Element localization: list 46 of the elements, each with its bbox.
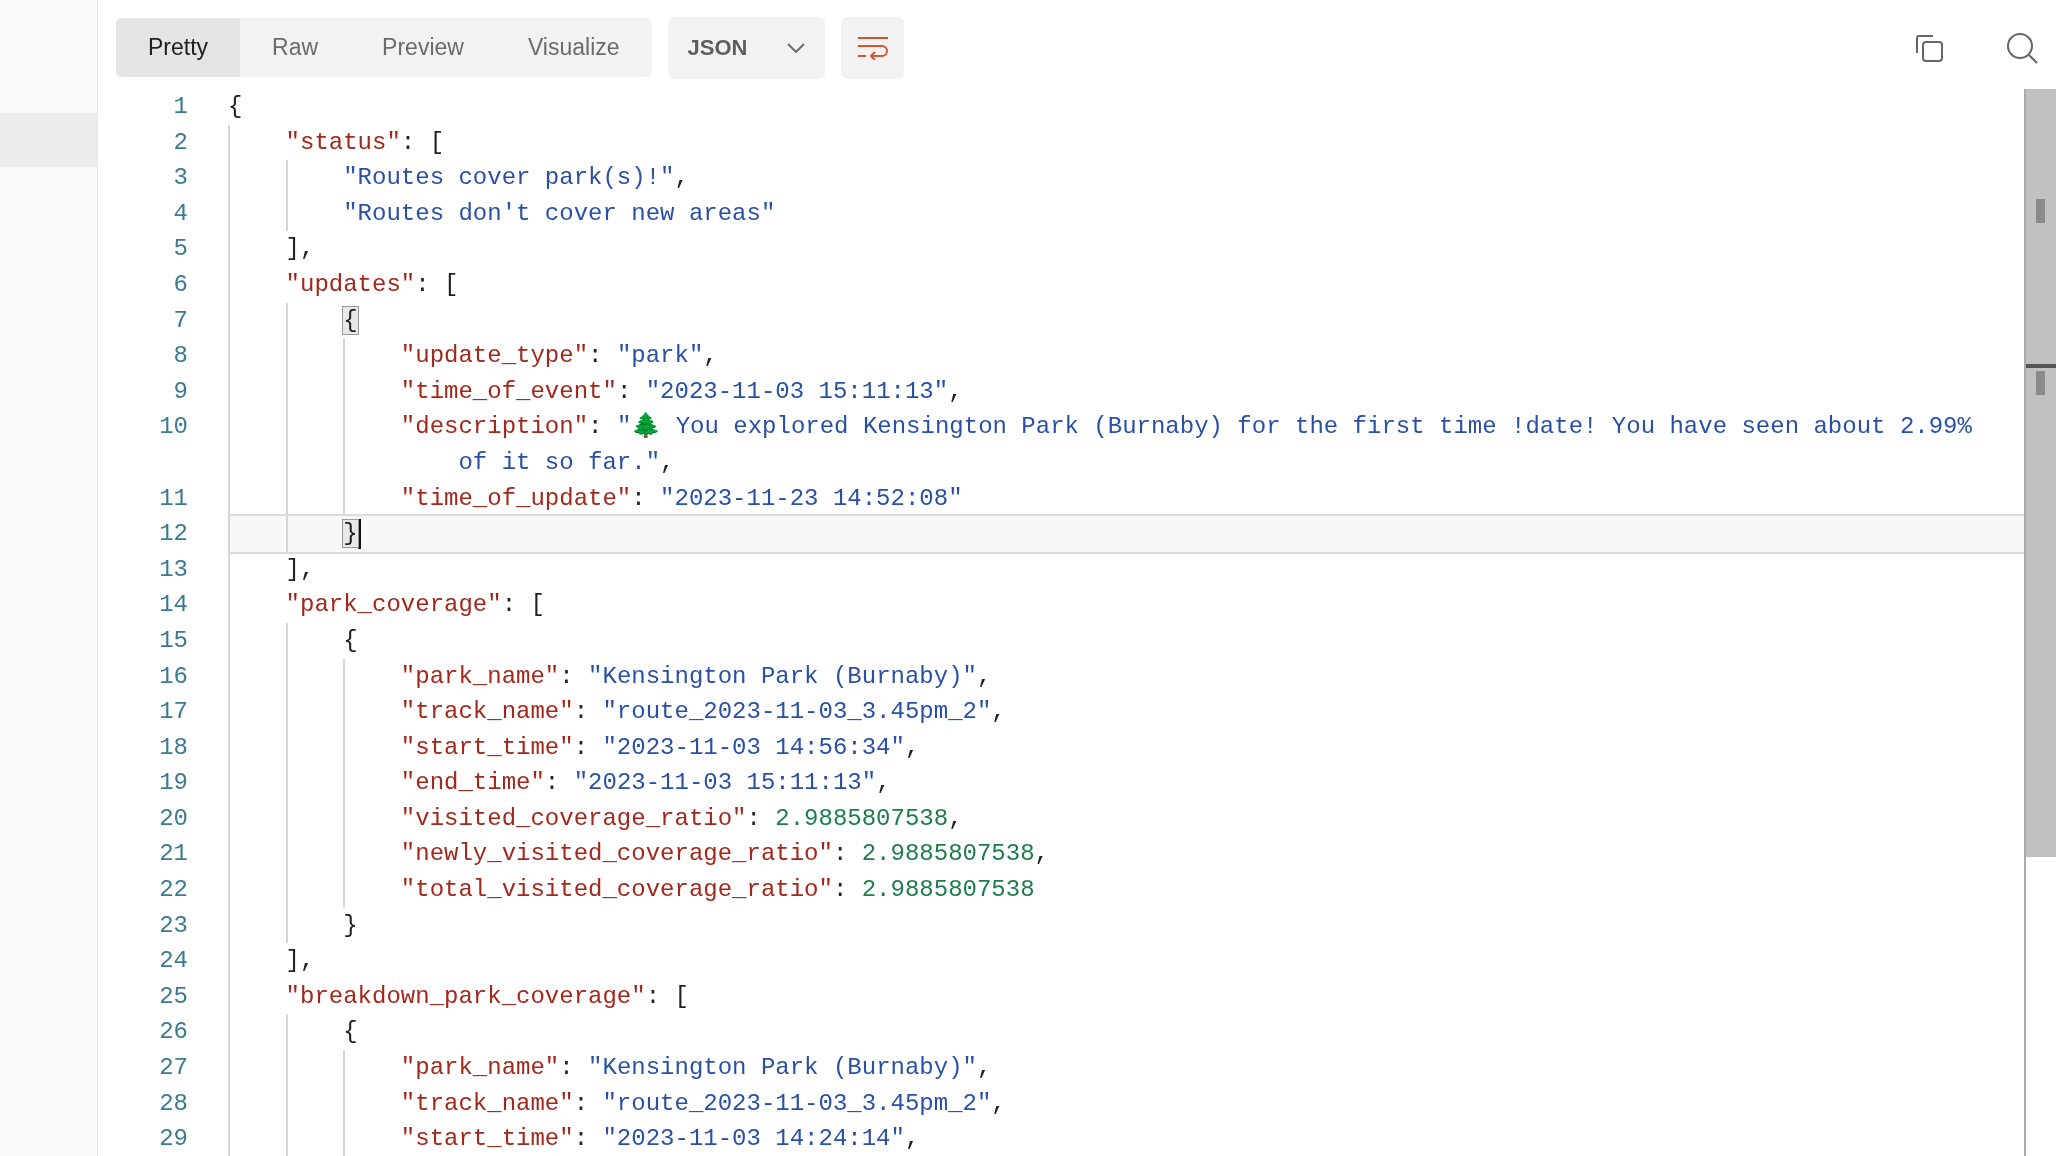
line-number: 8 <box>172 341 189 372</box>
line-number: 28 <box>158 1088 189 1119</box>
line-number: 15 <box>158 625 189 656</box>
line-number: 18 <box>158 732 189 763</box>
view-tab[interactable]: Pretty <box>116 18 241 77</box>
chevron-down-icon <box>787 42 806 53</box>
wrap-lines-button[interactable] <box>841 16 905 79</box>
line-number: 23 <box>158 910 189 941</box>
scroll-marker <box>2036 199 2045 223</box>
search-icon <box>2006 31 2038 64</box>
line-number: 20 <box>158 803 189 834</box>
scrollbar-thumb[interactable] <box>2026 89 2056 858</box>
line-number: 26 <box>158 1017 189 1048</box>
line-number: 25 <box>158 981 189 1012</box>
line-number: 17 <box>158 697 189 728</box>
code-line: { <box>228 92 244 122</box>
line-number: 10 <box>158 412 189 443</box>
line-number: 13 <box>158 554 189 585</box>
line-number: 27 <box>158 1053 189 1084</box>
line-number: 22 <box>158 875 189 906</box>
line-number: 1 <box>172 92 189 122</box>
line-number: 5 <box>172 234 189 265</box>
line-number: 12 <box>158 519 189 550</box>
copy-icon <box>1914 32 1944 63</box>
line-number: 4 <box>172 198 189 229</box>
line-number: 2 <box>172 127 189 158</box>
format-select[interactable]: JSON <box>667 16 826 79</box>
view-tab[interactable]: Visualize <box>495 18 652 77</box>
line-number: 14 <box>158 590 189 621</box>
line-number: 29 <box>158 1124 189 1155</box>
line-number: 21 <box>158 839 189 870</box>
view-tab[interactable]: Raw <box>240 18 351 77</box>
line-number: 7 <box>172 305 189 336</box>
line-number: 19 <box>158 768 189 799</box>
line-number: 3 <box>172 163 189 194</box>
view-tab[interactable]: Preview <box>350 18 496 77</box>
scrollbar[interactable] <box>2024 89 2056 1156</box>
line-number: 24 <box>158 946 189 977</box>
copy-button[interactable] <box>1914 32 1944 63</box>
scroll-marker <box>2036 371 2045 395</box>
line-number: 11 <box>158 483 189 514</box>
search-button[interactable] <box>2006 31 2038 64</box>
line-number: 6 <box>172 269 189 300</box>
line-number: 9 <box>172 376 189 407</box>
wrap-lines-icon <box>856 35 889 60</box>
line-number: 16 <box>158 661 189 692</box>
